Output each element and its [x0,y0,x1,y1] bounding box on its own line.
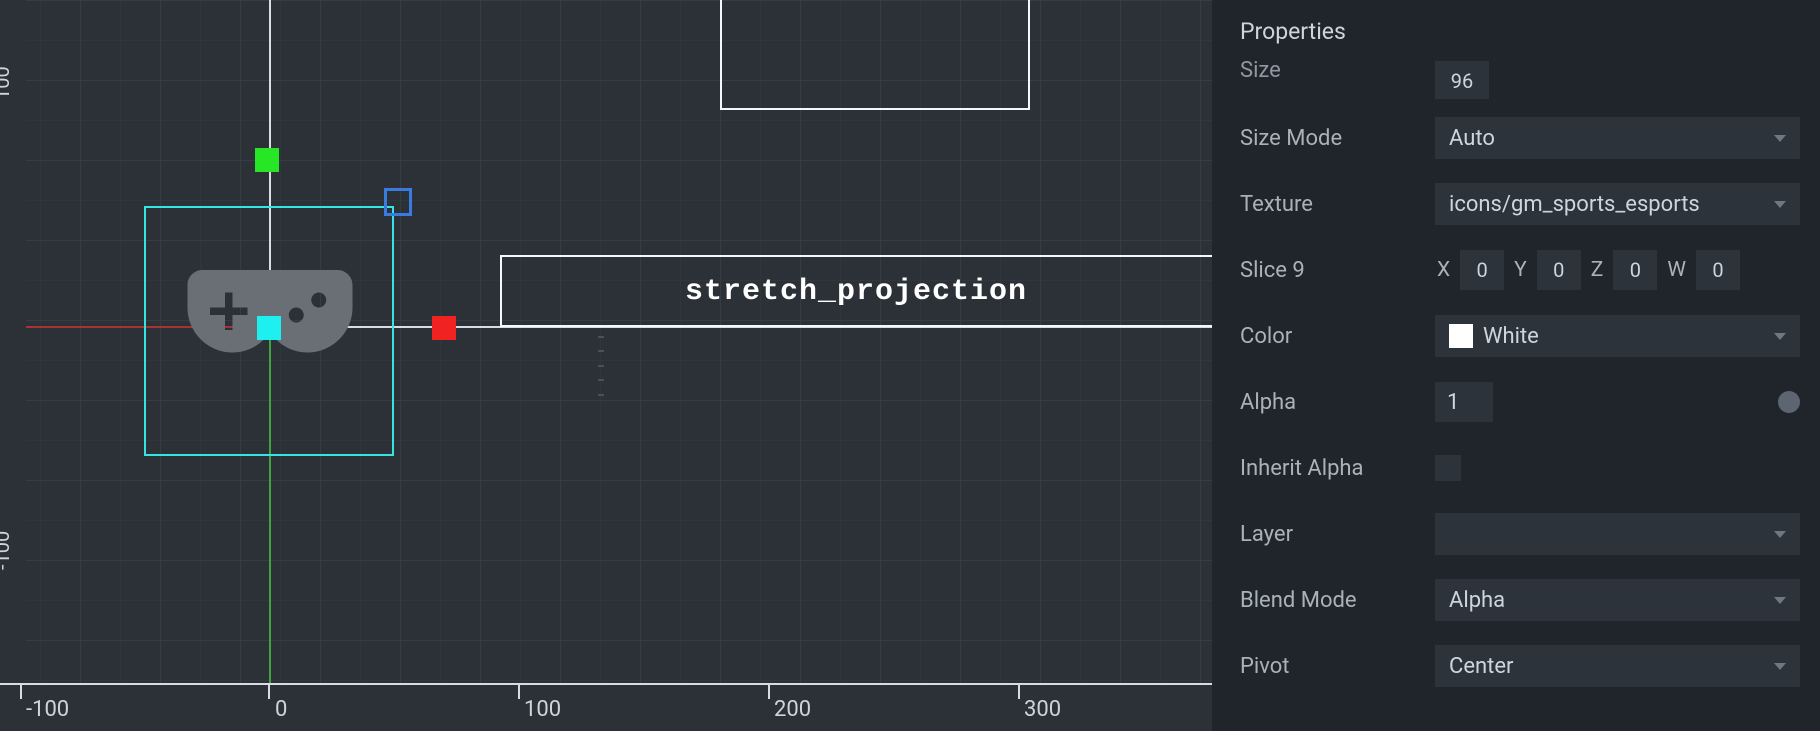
row-size: Size X 96 Y 96 Z 0 [1240,61,1800,99]
origin-handle[interactable] [257,316,281,340]
inherit-alpha-checkbox[interactable] [1435,455,1461,481]
slice9-label: Slice 9 [1240,258,1435,283]
ruler-vertical: 100 -100 [0,0,26,683]
node-outline-box[interactable] [720,0,1030,110]
texture-label: Texture [1240,192,1435,217]
color-select[interactable]: White [1435,315,1800,357]
slice9-y-input[interactable]: 0 [1537,250,1581,290]
scale-handle[interactable] [384,188,412,216]
translate-y-handle[interactable] [255,148,279,172]
translate-x-handle[interactable] [432,316,456,340]
slice9-x-input[interactable]: 0 [1460,250,1504,290]
chevron-down-icon [1774,135,1786,142]
color-label: Color [1240,324,1435,349]
ruler-horizontal: -100 0 100 200 300 [0,683,1212,731]
chevron-down-icon [1774,531,1786,538]
chevron-down-icon [1774,597,1786,604]
size-mode-label: Size Mode [1240,126,1435,151]
chevron-down-icon [1774,201,1786,208]
panel-resize-handle[interactable] [598,336,604,396]
scene-viewport[interactable]: stretch_projection -100 0 100 200 300 10… [0,0,1212,731]
size-mode-select[interactable]: Auto [1435,117,1800,159]
slice9-z-input[interactable]: 0 [1613,250,1657,290]
texture-select[interactable]: icons/gm_sports_esports [1435,183,1800,225]
size-y-input[interactable]: 96 [1435,61,1489,99]
alpha-label: Alpha [1240,390,1435,415]
slice9-w-input[interactable]: 0 [1696,250,1740,290]
chevron-down-icon [1774,333,1786,340]
inherit-alpha-label: Inherit Alpha [1240,456,1435,481]
alpha-slider[interactable] [1501,389,1800,415]
pivot-select[interactable]: Center [1435,645,1800,687]
slider-thumb[interactable] [1778,391,1800,413]
properties-panel: Properties Size X 96 Y 96 Z 0 Size Mode [1212,0,1820,731]
size-label: Size [1240,61,1435,83]
color-swatch [1449,324,1473,348]
pivot-label: Pivot [1240,654,1435,679]
alpha-input[interactable]: 1 [1435,382,1493,422]
blend-mode-label: Blend Mode [1240,588,1435,613]
node-label: stretch_projection [685,275,1027,309]
blend-mode-select[interactable]: Alpha [1435,579,1800,621]
layer-select[interactable] [1435,513,1800,555]
layer-label: Layer [1240,522,1435,547]
panel-title: Properties [1212,0,1820,61]
chevron-down-icon [1774,663,1786,670]
